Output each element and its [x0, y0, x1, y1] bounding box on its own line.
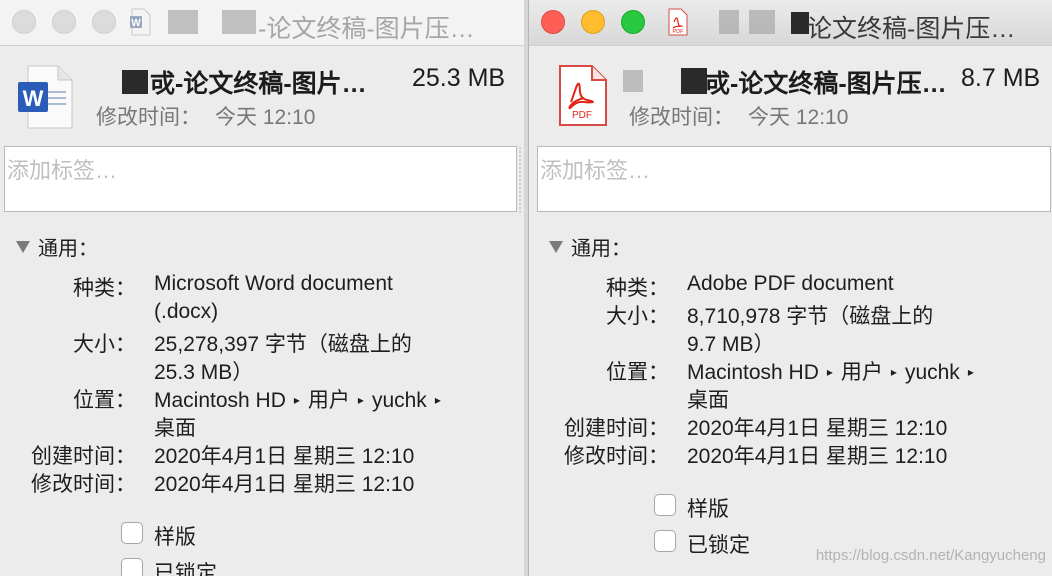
kind-value: Adobe PDF document [687, 272, 894, 295]
info-window-word: W -论文终稿-图片压… W 戓-论文终稿-图片… 25.3 MB 修改时间： 今… [0, 0, 524, 576]
zoom-button[interactable] [621, 10, 645, 34]
kind-value-ext: (.docx) [154, 300, 219, 323]
where-label: 位置： [606, 361, 669, 384]
minimize-button[interactable] [52, 10, 76, 34]
file-name: 戓-论文终稿-图片… [150, 70, 367, 98]
close-button[interactable] [12, 10, 36, 34]
general-section-toggle[interactable]: 通用： [549, 232, 631, 261]
path-item: 用户 [840, 361, 883, 384]
tags-input[interactable]: 添加标签… [4, 146, 521, 213]
pdf-icon: PDF [559, 65, 607, 126]
pdf-small-icon: PDF [668, 8, 688, 36]
locked-checkbox[interactable] [121, 558, 143, 576]
size-value: 25,278,397 字节（磁盘上的 [154, 333, 412, 356]
redaction-mark [749, 10, 775, 34]
created-label: 创建时间： [564, 417, 669, 440]
minimize-button[interactable] [581, 10, 605, 34]
redaction-mark [719, 10, 739, 34]
word-doc-small-icon: W [130, 8, 151, 36]
redaction-mark [168, 10, 198, 34]
path-item: yuchk [904, 361, 960, 384]
modified-value: 今天 12:10 [748, 106, 849, 129]
size-on-disk: 9.7 MB） [687, 333, 775, 356]
stationery-label: 样版 [154, 526, 196, 549]
modified-summary: 修改时间： 今天 12:10 [96, 101, 315, 131]
path-item: yuchk [371, 389, 427, 412]
size-on-disk: 25.3 MB） [154, 361, 254, 384]
modified-value: 2020年4月1日 星期三 12:10 [154, 473, 415, 496]
tags-placeholder: 添加标签… [7, 158, 118, 183]
path-item: 用户 [307, 389, 350, 412]
path-item: 桌面 [687, 389, 729, 412]
stationery-checkbox[interactable] [654, 494, 676, 516]
kind-label: 种类： [73, 277, 136, 300]
where-label: 位置： [73, 389, 136, 412]
path-item: Macintosh HD [154, 389, 286, 412]
size-label: 大小： [73, 333, 136, 356]
modified-label: 修改时间： [31, 473, 136, 496]
path-separator-icon: ▸ [890, 365, 897, 379]
modified-label: 修改时间： [96, 106, 201, 129]
path-item: Macintosh HD [687, 361, 819, 384]
title-bar[interactable]: PDF 论文终稿-图片压… [529, 0, 1052, 46]
created-value: 2020年4月1日 星期三 12:10 [154, 445, 415, 468]
tags-placeholder: 添加标签… [540, 158, 651, 183]
redaction-mark [623, 70, 643, 92]
created-label: 创建时间： [31, 445, 136, 468]
file-name: 戓-论文终稿-图片压… [705, 70, 947, 98]
stationery-checkbox[interactable] [121, 522, 143, 544]
resize-grip[interactable] [519, 147, 524, 213]
path-item: 桌面 [154, 417, 196, 440]
where-path: Macintosh HD ▸ 用户 ▸ yuchk ▸ [687, 356, 982, 386]
tags-input[interactable]: 添加标签… [537, 146, 1051, 212]
path-separator-icon: ▸ [826, 365, 833, 379]
file-size: 25.3 MB [412, 64, 506, 92]
redaction-mark [681, 68, 707, 94]
watermark: https://blog.csdn.net/Kangyucheng [815, 547, 1046, 564]
locked-label: 已锁定 [687, 534, 750, 557]
zoom-button[interactable] [92, 10, 116, 34]
pdf-badge: PDF [572, 110, 592, 121]
stationery-label: 样版 [687, 498, 729, 521]
window-title: 论文终稿-图片压… [807, 15, 1016, 43]
locked-label: 已锁定 [154, 562, 217, 576]
window-title: -论文终稿-图片压… [258, 15, 475, 43]
general-label: 通用： [571, 238, 631, 260]
file-size: 8.7 MB [961, 64, 1041, 92]
locked-checkbox[interactable] [654, 530, 676, 552]
title-bar[interactable]: W -论文终稿-图片压… [0, 0, 524, 46]
path-separator-icon: ▸ [357, 393, 364, 407]
kind-label: 种类： [606, 277, 669, 300]
created-value: 2020年4月1日 星期三 12:10 [687, 417, 948, 440]
modified-value: 今天 12:10 [215, 106, 316, 129]
svg-text:W: W [131, 18, 141, 29]
modified-label: 修改时间： [564, 445, 669, 468]
general-section-toggle[interactable]: 通用： [16, 232, 98, 261]
info-window-pdf: PDF 论文终稿-图片压… PDF 戓-论文终稿-图片压… 8.7 MB 修改时… [528, 0, 1052, 576]
redaction-mark [222, 10, 256, 34]
size-value: 8,710,978 字节（磁盘上的 [687, 305, 934, 328]
modified-value: 2020年4月1日 星期三 12:10 [687, 445, 948, 468]
disclosure-triangle-icon [549, 241, 563, 253]
where-path: Macintosh HD ▸ 用户 ▸ yuchk ▸ [154, 384, 449, 414]
kind-value: Microsoft Word document [154, 272, 393, 295]
close-button[interactable] [541, 10, 565, 34]
redaction-mark [122, 70, 148, 94]
svg-text:W: W [23, 86, 44, 111]
disclosure-triangle-icon [16, 241, 30, 253]
modified-summary: 修改时间： 今天 12:10 [629, 101, 848, 131]
path-separator-icon: ▸ [434, 393, 441, 407]
size-label: 大小： [606, 305, 669, 328]
general-label: 通用： [38, 238, 98, 260]
svg-text:PDF: PDF [673, 29, 685, 35]
path-separator-icon: ▸ [967, 365, 974, 379]
path-separator-icon: ▸ [293, 393, 300, 407]
modified-label: 修改时间： [629, 106, 734, 129]
word-doc-icon: W [18, 65, 73, 129]
